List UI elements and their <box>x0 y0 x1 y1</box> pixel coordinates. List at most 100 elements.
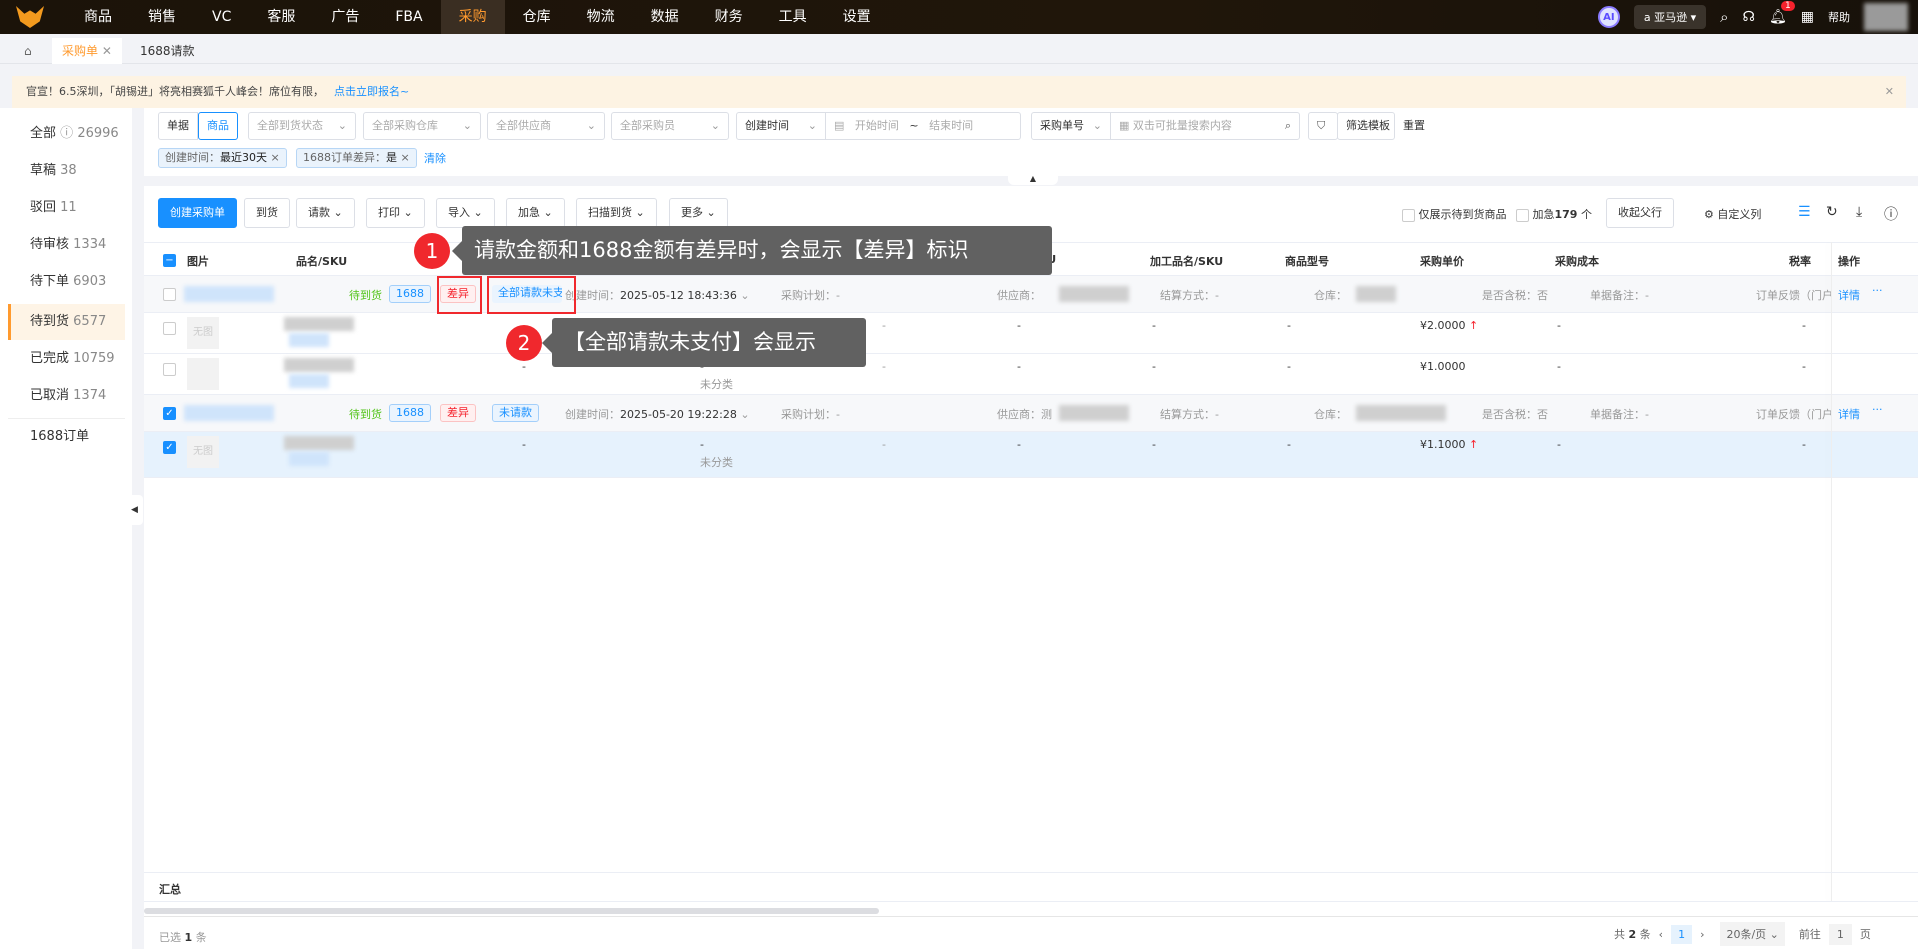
goto-page-input[interactable]: 1 <box>1828 923 1852 945</box>
horizontal-scrollbar[interactable] <box>144 908 879 914</box>
urgent-button[interactable]: 加急 ⌄ <box>506 198 565 228</box>
time-type-select[interactable]: 创建时间 ⌄ <box>736 112 826 140</box>
nav-item[interactable]: 财务 <box>697 0 761 34</box>
apps-icon[interactable]: ▦ <box>1801 9 1814 25</box>
request-payment-button[interactable]: 请款 ⌄ <box>296 198 355 228</box>
date-range-picker[interactable]: ▤ 开始时间 ~ 结束时间 <box>825 112 1021 140</box>
more-icon[interactable]: ··· <box>1872 284 1883 297</box>
avatar[interactable] <box>1864 3 1908 31</box>
sidebar-item-count: 1374 <box>73 388 107 403</box>
page-1-button[interactable]: 1 <box>1671 924 1693 944</box>
help-icon[interactable]: ⓘ <box>1884 204 1898 224</box>
sidebar-item[interactable]: 驳回 11 <box>8 190 125 226</box>
scan-arrival-button[interactable]: 扫描到货 ⌄ <box>576 198 657 228</box>
custom-columns-button[interactable]: ⚙ 自定义列 <box>1704 206 1761 222</box>
store-selector[interactable]: a 亚马逊 ▾ <box>1633 5 1707 29</box>
detail-link[interactable]: 详情 <box>1838 287 1860 303</box>
row-checkbox[interactable] <box>163 287 176 301</box>
filter-icon[interactable]: ⛉ <box>1308 112 1338 140</box>
sidebar-item[interactable]: 1688订单 <box>8 418 125 454</box>
order-number[interactable] <box>184 286 274 302</box>
sidebar-item[interactable]: 待审核 1334 <box>8 227 125 263</box>
sidebar-item-label: 待到货 <box>30 314 70 329</box>
nav-item[interactable]: 销售 <box>130 0 194 34</box>
only-pending-checkbox[interactable]: 仅展示待到货商品 <box>1402 206 1507 222</box>
sidebar-item[interactable]: 已完成 10759 <box>8 341 125 377</box>
tab-purchase-order[interactable]: 采购单 ✕ <box>52 38 122 64</box>
warehouse-select[interactable]: 全部采购仓库 ⌄ <box>363 112 481 140</box>
buyer-select[interactable]: 全部采购员 ⌄ <box>611 112 729 140</box>
close-icon[interactable]: ✕ <box>1885 76 1894 108</box>
sidebar-item[interactable]: 草稿 38 <box>8 153 125 189</box>
nav-item[interactable]: 采购 <box>440 0 505 34</box>
search-type-select[interactable]: 采购单号 ⌄ <box>1031 112 1111 140</box>
nav-item[interactable]: 物流 <box>569 0 633 34</box>
refresh-icon[interactable]: ↻ <box>1826 204 1838 220</box>
select-all-checkbox[interactable]: − <box>163 253 176 267</box>
more-button[interactable]: 更多 ⌄ <box>669 198 728 228</box>
toggle-product[interactable]: 商品 <box>198 112 238 140</box>
prev-page-button[interactable]: ‹ <box>1659 928 1663 941</box>
print-button[interactable]: 打印 ⌄ <box>366 198 425 228</box>
nav-item[interactable]: FBA <box>377 0 440 34</box>
sidebar-item[interactable]: 全部 ⓘ 26996 <box>8 116 125 152</box>
row-checkbox[interactable] <box>163 362 176 376</box>
table-row[interactable]: 无图 - - - - - - ¥2.0000 ↑ - - <box>144 313 1918 354</box>
table-row[interactable]: ✓ 无图 - - 未分类 - - - - ¥1.1000 ↑ - - <box>144 432 1918 478</box>
chevron-down-icon: ⌄ <box>1092 119 1102 132</box>
diff-tag: 差异 <box>440 404 476 422</box>
detail-link[interactable]: 详情 <box>1838 406 1860 422</box>
search-input[interactable]: ▦ 双击可批量搜索内容 ⌕ <box>1110 112 1300 140</box>
close-icon[interactable]: ✕ <box>102 44 112 58</box>
sidebar-item[interactable]: 待下单 6903 <box>8 264 125 300</box>
arrive-button[interactable]: 到货 <box>244 198 290 228</box>
highlight-diff-tag <box>437 276 482 314</box>
tab-1688-request[interactable]: 1688请款 <box>130 38 205 64</box>
nav-item[interactable]: 工具 <box>761 0 825 34</box>
nav-item[interactable]: 设置 <box>825 0 889 34</box>
create-order-button[interactable]: 创建采购单 <box>158 198 237 228</box>
density-icon[interactable]: ☰ <box>1798 204 1811 220</box>
product-image <box>187 358 219 390</box>
sidebar-item[interactable]: 已取消 1374 <box>8 378 125 414</box>
headset-icon[interactable]: ☊ <box>1743 9 1755 25</box>
row-checkbox[interactable]: ✓ <box>163 406 176 420</box>
category: 未分类 <box>700 456 733 469</box>
search-icon[interactable]: ⌕ <box>1285 113 1291 139</box>
import-button[interactable]: 导入 ⌄ <box>436 198 495 228</box>
row-checkbox[interactable] <box>163 321 176 335</box>
toggle-document[interactable]: 单据 <box>158 112 198 140</box>
search-icon[interactable]: ⌕ <box>1720 8 1728 26</box>
bell-icon[interactable]: 🔔︎ 1 <box>1769 1 1795 25</box>
nav-item[interactable]: VC <box>194 0 249 34</box>
nav-item[interactable]: 仓库 <box>505 0 569 34</box>
arrival-status-select[interactable]: 全部到货状态 ⌄ <box>248 112 356 140</box>
table-row[interactable]: - - 未分类 - - - - ¥1.0000 - - <box>144 354 1918 395</box>
collapse-parent-button[interactable]: 收起父行 <box>1606 198 1674 228</box>
clear-filters-link[interactable]: 清除 <box>424 150 446 166</box>
order-number[interactable] <box>184 405 274 421</box>
collapse-filter-handle[interactable]: ▲ <box>1008 173 1058 185</box>
store-label: 亚马逊 <box>1654 11 1688 24</box>
more-icon[interactable]: ··· <box>1872 403 1883 416</box>
ai-button[interactable]: AI <box>1597 6 1620 28</box>
nav-item[interactable]: 数据 <box>633 0 697 34</box>
close-icon[interactable]: × <box>271 151 280 164</box>
supplier-select[interactable]: 全部供应商 ⌄ <box>487 112 605 140</box>
help-link[interactable]: 帮助 <box>1828 9 1850 25</box>
nav-item[interactable]: 广告 <box>313 0 377 34</box>
notice-link[interactable]: 点击立即报名~ <box>334 85 409 98</box>
close-icon[interactable]: × <box>401 151 410 164</box>
home-icon[interactable]: ⌂ <box>14 38 42 64</box>
urgent-checkbox[interactable]: 加急179 个 <box>1516 206 1592 222</box>
nav-item[interactable]: 客服 <box>249 0 313 34</box>
reset-button[interactable]: 重置 <box>1403 112 1425 140</box>
sidebar-item[interactable]: 待到货 6577 <box>8 304 125 340</box>
row-checkbox[interactable]: ✓ <box>163 440 176 454</box>
nav-item[interactable]: 商品 <box>66 0 130 34</box>
download-icon[interactable]: ⤓ <box>1856 204 1862 220</box>
page-size-select[interactable]: 20条/页 ⌄ <box>1720 922 1785 946</box>
collapse-sidebar-handle[interactable]: ◀ <box>131 495 143 525</box>
next-page-button[interactable]: › <box>1700 928 1704 941</box>
filter-template-button[interactable]: 筛选模板 <box>1337 112 1395 140</box>
